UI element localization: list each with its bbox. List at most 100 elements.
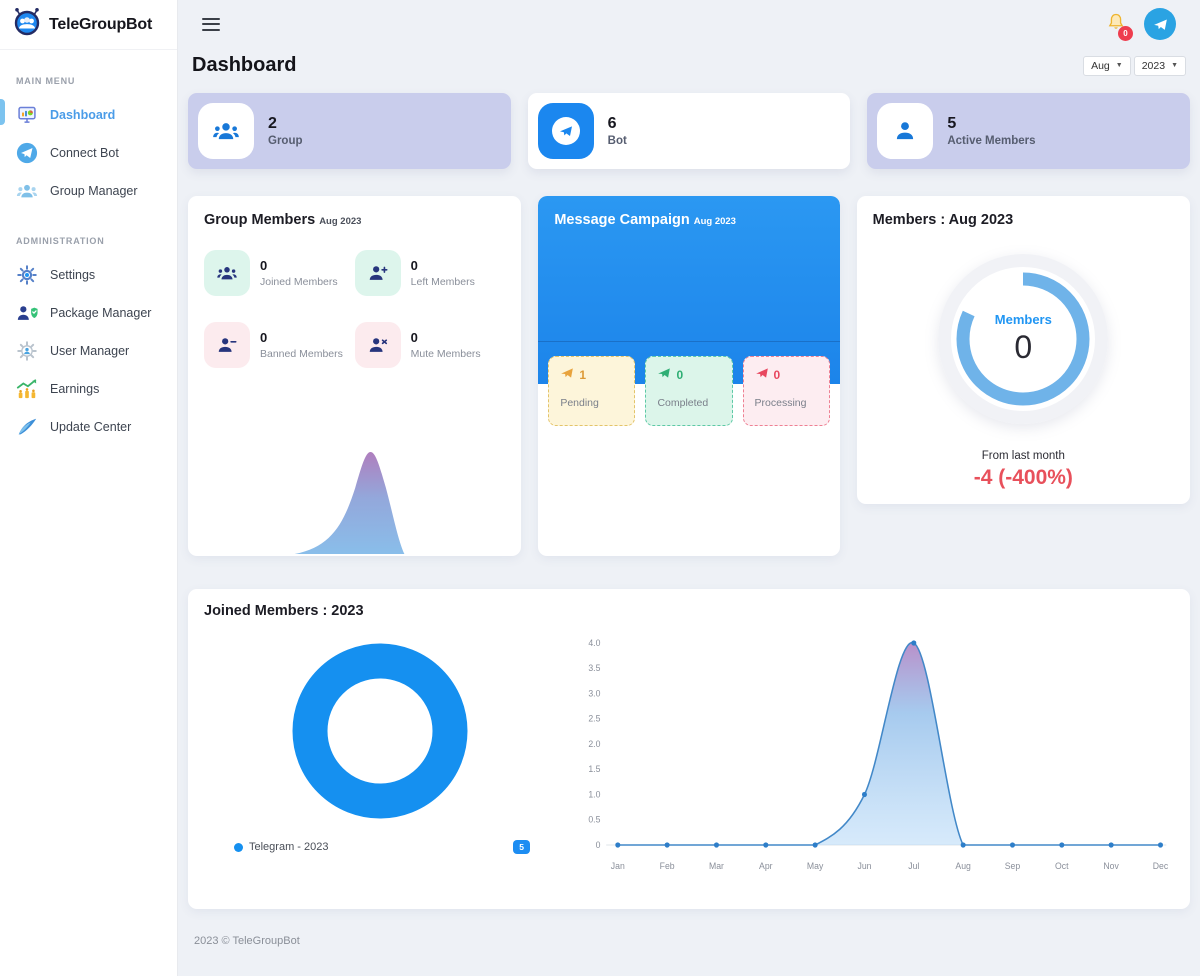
stat-value: 2: [268, 115, 277, 132]
message-campaign-card: Message Campaign Aug 2023 1 Pending 0 Co…: [538, 196, 840, 556]
donut-value-badge: 5: [513, 840, 530, 854]
divider: [538, 341, 840, 342]
sidebar-item-package-manager[interactable]: Package Manager: [0, 294, 177, 332]
brand-logo[interactable]: TeleGroupBot: [0, 0, 177, 50]
group-members-card: Group MembersAug 2023 0 Joined Members: [188, 196, 522, 556]
page-header: Dashboard Aug ▼ 2023 ▼: [188, 48, 1190, 93]
svg-text:Jul: Jul: [908, 861, 919, 871]
person-icon: [877, 103, 934, 159]
sidebar-item-update-center[interactable]: Update Center: [0, 408, 177, 446]
joined-members-card: Joined Members : 2023 Telegram - 2023 5: [188, 589, 1190, 909]
gear-icon: [16, 264, 38, 286]
svg-text:Nov: Nov: [1103, 861, 1119, 871]
user-gear-icon: [16, 340, 38, 362]
svg-text:May: May: [807, 861, 824, 871]
stat-label: Joined Members: [260, 276, 338, 288]
svg-text:Mar: Mar: [709, 861, 724, 871]
svg-text:Feb: Feb: [660, 861, 675, 871]
svg-text:Sep: Sep: [1005, 861, 1021, 871]
svg-text:Jan: Jan: [611, 861, 625, 871]
sidebar-item-earnings[interactable]: Earnings: [0, 370, 177, 408]
stat-label: Banned Members: [260, 348, 343, 360]
campaign-completed-box: 0 Completed: [645, 356, 733, 426]
joined-members-stat: 0 Joined Members: [204, 250, 355, 296]
stat-card-bot: 6 Bot: [527, 93, 851, 169]
hamburger-menu-icon[interactable]: [202, 14, 220, 34]
members-gauge-card: Members : Aug 2023 Members 0 From last m…: [856, 196, 1190, 504]
send-icon: [755, 366, 769, 383]
stat-label: Left Members: [410, 276, 475, 288]
sidebar-item-group-manager[interactable]: Group Manager: [0, 172, 177, 210]
stat-card-active-members: 5 Active Members: [867, 93, 1191, 169]
sidebar-item-connect-bot[interactable]: Connect Bot: [0, 134, 177, 172]
campaign-processing-box: 0 Processing: [742, 356, 830, 426]
sidebar-item-label: Connect Bot: [50, 146, 119, 160]
stat-value: 5: [947, 115, 957, 132]
legend-label: Telegram - 2023: [249, 841, 329, 853]
campaign-count: 1: [579, 367, 587, 382]
members-gauge: Members 0: [938, 254, 1109, 424]
svg-text:3.0: 3.0: [588, 688, 600, 698]
brand-name: TeleGroupBot: [49, 15, 153, 33]
svg-text:4.0: 4.0: [588, 638, 600, 648]
bot-telegram-icon: [537, 103, 594, 159]
stat-card-group: 2 Group: [188, 93, 511, 169]
month-select[interactable]: Aug ▼: [1083, 55, 1131, 76]
notification-bell-icon[interactable]: 0: [1106, 12, 1133, 41]
card-period: Aug 2023: [693, 216, 736, 227]
svg-text:1.0: 1.0: [588, 789, 600, 799]
card-title: Joined Members : 2023: [204, 603, 364, 619]
group-icon: [198, 103, 254, 159]
campaign-label: Processing: [754, 397, 807, 409]
card-title: Group Members Aug 2023: [204, 212, 362, 228]
sidebar-item-dashboard[interactable]: Dashboard: [0, 96, 177, 134]
sidebar-item-label: Settings: [50, 268, 96, 282]
gauge-value: 0: [1014, 329, 1033, 365]
stat-value: 0: [260, 258, 268, 273]
stat-label: Mute Members: [410, 348, 481, 360]
stats-row: 2 Group 6 Bot 5 Active Members: [188, 93, 1191, 169]
telegram-donut-chart: [286, 637, 474, 830]
legend-item-telegram[interactable]: Telegram - 2023: [234, 841, 329, 853]
topbar: 0: [188, 0, 1190, 48]
group-icon: [204, 250, 250, 296]
sidebar-item-label: Dashboard: [50, 108, 116, 122]
telegram-button[interactable]: [1144, 8, 1176, 40]
dashboard-icon: [16, 104, 38, 126]
svg-text:1.5: 1.5: [588, 764, 600, 774]
svg-text:0: 0: [596, 840, 601, 850]
sidebar: TeleGroupBot MAIN MENU Dashboard Connect…: [0, 0, 178, 976]
campaign-count: 0: [676, 367, 684, 382]
campaign-count: 0: [773, 367, 781, 382]
delta-value: -4 (-400%): [973, 466, 1073, 489]
stat-value: 0: [260, 330, 268, 345]
year-select[interactable]: 2023 ▼: [1133, 55, 1186, 76]
svg-text:Aug: Aug: [955, 861, 971, 871]
telegram-icon: [16, 142, 38, 164]
update-center-icon: [16, 416, 38, 438]
svg-text:Jun: Jun: [857, 861, 871, 871]
svg-text:Dec: Dec: [1153, 861, 1169, 871]
sidebar-section-main-menu: MAIN MENU: [16, 76, 76, 86]
svg-text:0.5: 0.5: [588, 815, 600, 825]
main-content: 0 Dashboard Aug ▼ 2023 ▼ 2 Group 6 Bot 5…: [178, 0, 1200, 947]
sidebar-item-label: Group Manager: [50, 184, 138, 198]
stat-value: 0: [410, 330, 418, 345]
sidebar-item-user-manager[interactable]: User Manager: [0, 332, 177, 370]
group-icon: [16, 180, 38, 202]
chevron-down-icon: ▼: [1171, 62, 1178, 69]
sidebar-item-label: User Manager: [50, 344, 130, 358]
person-plus-icon: [354, 250, 401, 296]
sidebar-item-label: Package Manager: [50, 306, 152, 320]
sidebar-item-settings[interactable]: Settings: [0, 256, 177, 294]
page-title: Dashboard: [192, 54, 297, 76]
stat-label: Active Members: [947, 135, 1036, 147]
svg-text:2.0: 2.0: [588, 739, 600, 749]
shield-user-icon: [16, 302, 38, 324]
person-minus-icon: [204, 322, 250, 368]
footer-copyright: 2023 © TeleGroupBot: [194, 935, 300, 947]
left-members-stat: 0 Left Members: [354, 250, 506, 296]
svg-text:3.5: 3.5: [588, 663, 600, 673]
stat-value: 6: [607, 115, 617, 132]
stat-label: Bot: [607, 135, 627, 147]
